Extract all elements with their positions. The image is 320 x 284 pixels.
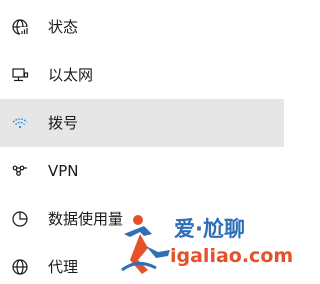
nav-item-vpn[interactable]: VPN xyxy=(0,147,284,195)
nav-item-status[interactable]: 状态 xyxy=(0,3,284,51)
watermark-chinese-text: 爱·尬聊 xyxy=(174,217,245,241)
nav-item-label: 代理 xyxy=(48,258,79,276)
nav-item-label: 拨号 xyxy=(48,114,79,132)
nav-item-label: 数据使用量 xyxy=(48,210,124,228)
vpn-icon xyxy=(11,162,29,180)
nav-item-ethernet[interactable]: 以太网 xyxy=(0,51,284,99)
globe-proxy-icon xyxy=(11,258,29,276)
nav-item-dialup[interactable]: 拨号 xyxy=(0,99,284,147)
nav-item-label: VPN xyxy=(48,162,79,180)
nav-item-label: 以太网 xyxy=(48,66,94,84)
ethernet-icon xyxy=(11,66,29,84)
dialup-icon xyxy=(11,114,29,132)
data-usage-icon xyxy=(11,210,29,228)
watermark-domain-text: igaliao.com xyxy=(170,245,294,267)
globe-status-icon xyxy=(11,18,29,36)
nav-item-label: 状态 xyxy=(48,18,79,36)
igaliao-watermark: 爱·尬聊 igaliao.com xyxy=(118,212,293,278)
